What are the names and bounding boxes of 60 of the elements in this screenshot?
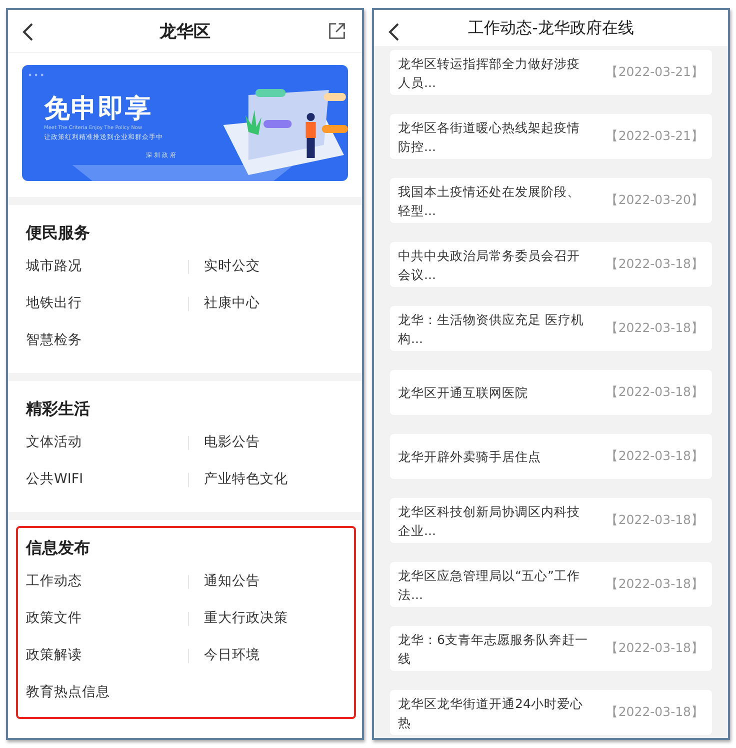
news-title: 我国本土疫情还处在发展阶段、: [398, 182, 580, 200]
back-icon[interactable]: [388, 22, 400, 42]
news-title: 龙华开辟外卖骑手居住点: [398, 448, 541, 466]
news-title: 龙华区科技创新局协调区内科技: [398, 502, 580, 520]
menu-link[interactable]: 智慧检务: [26, 322, 82, 359]
news-title: 中共中央政治局常务委员会召开: [398, 246, 580, 264]
news-title: 龙华：6支青年志愿服务队奔赶一: [398, 630, 588, 648]
section-title: 信息发布: [26, 538, 91, 559]
news-card[interactable]: 龙华开辟外卖骑手居住点 【2022-03-18】: [390, 434, 712, 479]
menu-link[interactable]: 工作动态: [26, 563, 82, 600]
news-card[interactable]: 龙华：6支青年志愿服务队奔赶一 线 【2022-03-18】: [390, 626, 712, 671]
news-date: 【2022-03-21】: [605, 128, 704, 145]
page-title: 龙华区: [160, 20, 210, 42]
menu-link[interactable]: 文体活动: [26, 424, 82, 461]
news-title: 企业...: [398, 522, 437, 540]
news-date: 【2022-03-18】: [605, 512, 704, 529]
news-date: 【2022-03-18】: [605, 256, 704, 273]
back-icon[interactable]: [22, 22, 34, 42]
news-card[interactable]: 龙华区转运指挥部全力做好涉疫 人员... 【2022-03-21】: [390, 50, 712, 95]
news-card[interactable]: 中共中央政治局常务委员会召开 会议... 【2022-03-18】: [390, 242, 712, 287]
news-card[interactable]: 龙华区应急管理局以“五心”工作 法... 【2022-03-18】: [390, 562, 712, 607]
news-title: 法...: [398, 586, 424, 604]
section-title: 便民服务: [26, 223, 91, 244]
news-title: 龙华区龙华街道开通24小时爱心: [398, 694, 583, 712]
section-title: 精彩生活: [26, 399, 91, 420]
news-card[interactable]: 龙华区龙华街道开通24小时爱心 热 【2022-03-18】: [390, 690, 712, 735]
news-title: 龙华区应急管理局以“五心”工作: [398, 566, 580, 584]
news-title: 龙华区各街道暖心热线架起疫情: [398, 118, 580, 136]
news-title: 龙华区开通互联网医院: [398, 384, 528, 402]
news-date: 【2022-03-18】: [605, 704, 704, 721]
menu-link[interactable]: 地铁出行: [26, 285, 82, 322]
news-title: 人员...: [398, 74, 437, 92]
news-title: 龙华：生活物资供应充足 医疗机: [398, 310, 584, 328]
page-title: 工作动态-龙华政府在线: [468, 18, 634, 38]
news-date: 【2022-03-20】: [605, 192, 704, 209]
news-title: 线: [398, 650, 412, 668]
news-title: 热: [398, 714, 412, 732]
news-title: 轻型...: [398, 202, 437, 220]
news-title: 龙华区转运指挥部全力做好涉疫: [398, 54, 580, 72]
news-card[interactable]: 龙华区各街道暖心热线架起疫情 防控... 【2022-03-21】: [390, 114, 712, 159]
news-date: 【2022-03-18】: [605, 448, 704, 465]
banner-headline: 免申即享: [44, 93, 152, 125]
menu-link[interactable]: 公共WIFI: [26, 461, 84, 498]
menu-link[interactable]: 城市路况: [26, 248, 82, 285]
menu-link[interactable]: 政策文件: [26, 600, 82, 637]
news-card[interactable]: 龙华区科技创新局协调区内科技 企业... 【2022-03-18】: [390, 498, 712, 543]
news-date: 【2022-03-18】: [605, 640, 704, 657]
news-card[interactable]: 龙华区开通互联网医院 【2022-03-18】: [390, 370, 712, 415]
news-date: 【2022-03-18】: [605, 320, 704, 337]
news-date: 【2022-03-21】: [605, 64, 704, 81]
news-title: 构...: [398, 330, 424, 348]
menu-link[interactable]: 政策解读: [26, 637, 82, 674]
menu-link[interactable]: 教育热点信息: [26, 674, 110, 711]
news-title: 防控...: [398, 138, 437, 156]
news-date: 【2022-03-18】: [605, 576, 704, 593]
news-title: 会议...: [398, 266, 437, 284]
news-date: 【2022-03-18】: [605, 384, 704, 401]
news-card[interactable]: 我国本土疫情还处在发展阶段、 轻型... 【2022-03-20】: [390, 178, 712, 223]
share-icon[interactable]: [328, 22, 346, 40]
news-card[interactable]: 龙华：生活物资供应充足 医疗机 构... 【2022-03-18】: [390, 306, 712, 351]
